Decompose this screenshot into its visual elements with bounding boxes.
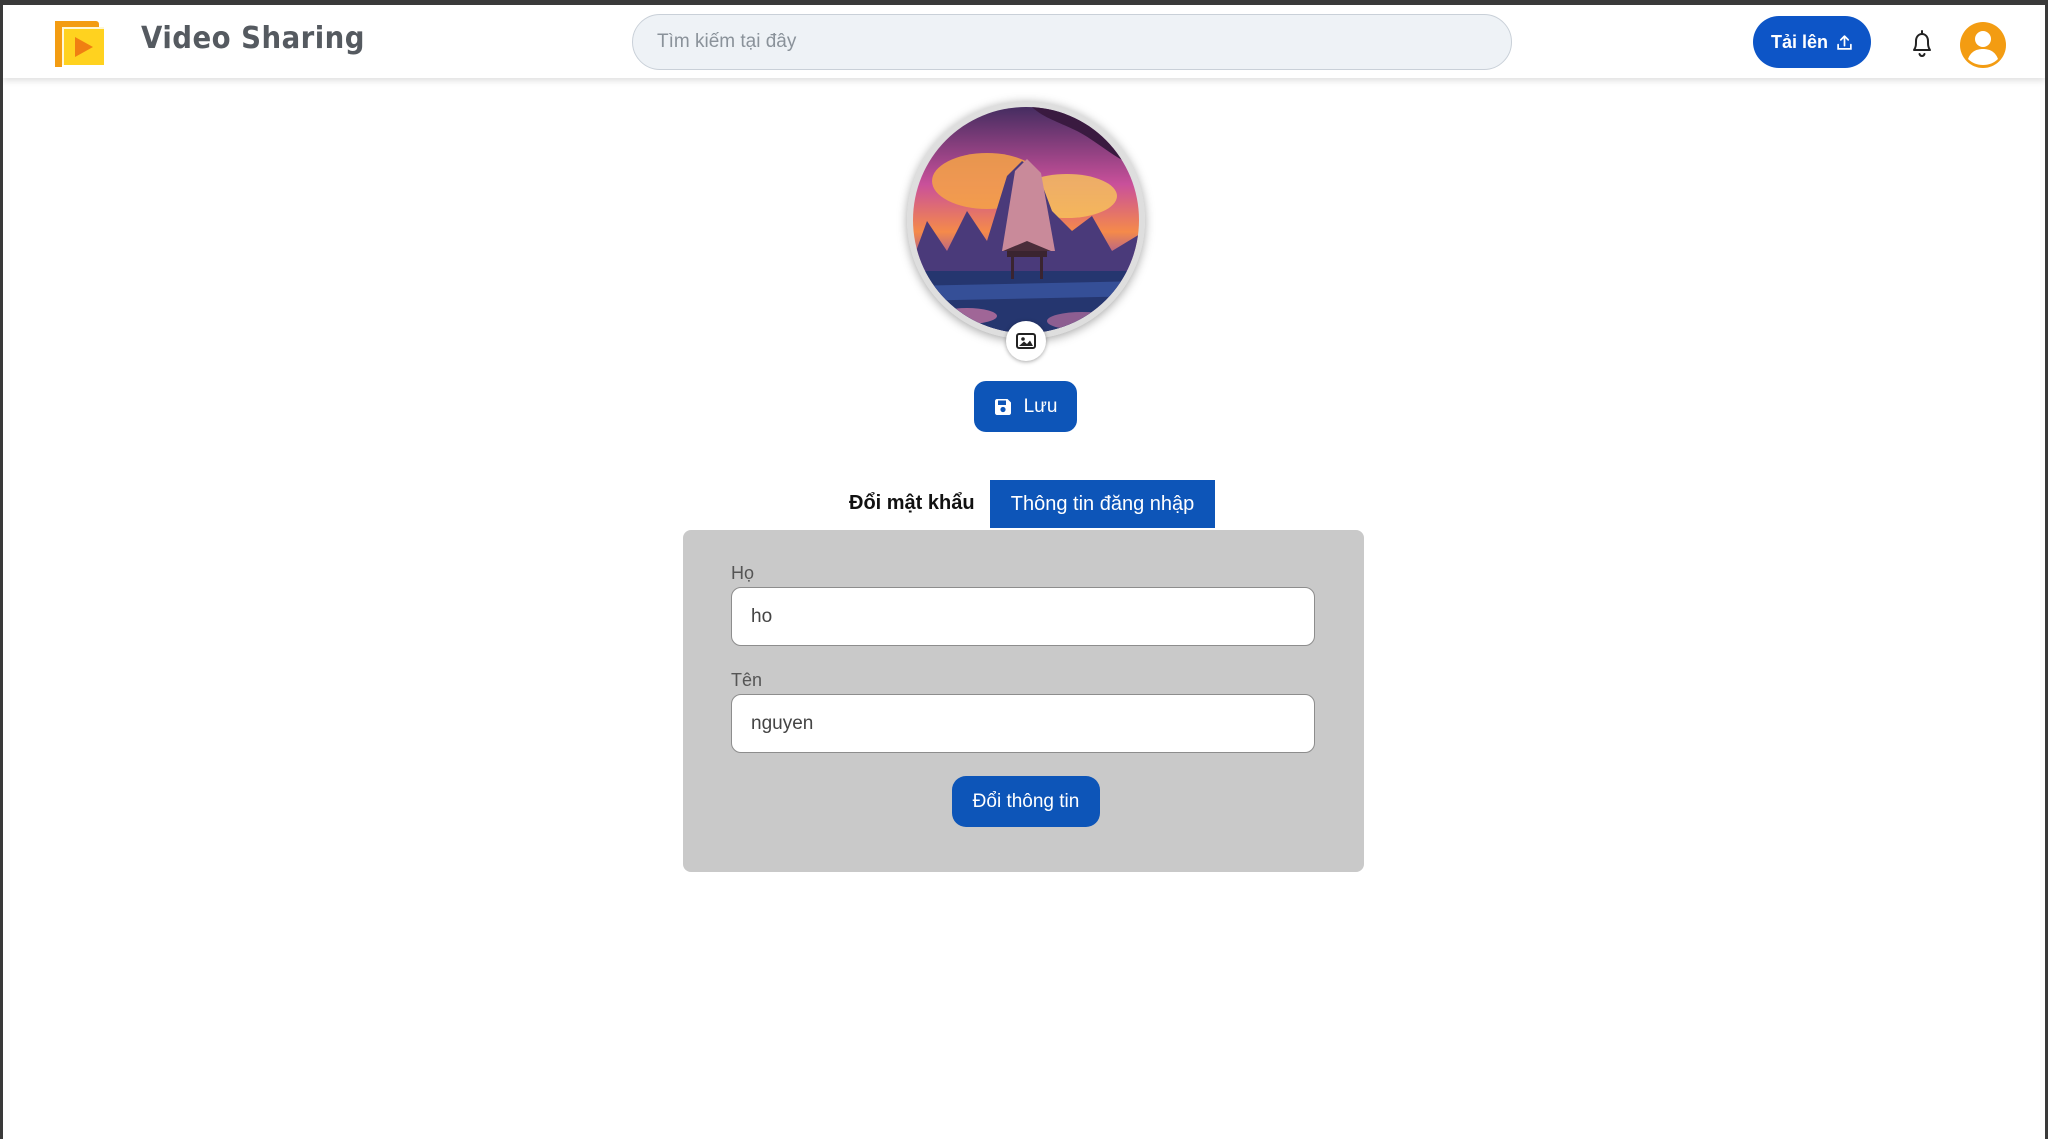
profile-avatar	[907, 101, 1145, 339]
first-name-field[interactable]	[731, 694, 1315, 753]
save-button-label: Lưu	[1023, 395, 1058, 417]
change-avatar-button[interactable]	[1006, 321, 1046, 361]
search-input[interactable]	[632, 14, 1512, 70]
update-info-button[interactable]: Đổi thông tin	[952, 776, 1100, 827]
upload-icon	[1837, 34, 1852, 50]
top-navbar: Video Sharing Tải lên	[3, 5, 2045, 78]
image-icon	[1016, 333, 1036, 349]
last-name-label: Họ	[731, 563, 755, 583]
upload-button-label: Tải lên	[1770, 31, 1828, 52]
tab-login-info[interactable]: Thông tin đăng nhập	[990, 480, 1215, 528]
brand-name[interactable]: Video Sharing	[141, 21, 365, 56]
login-info-form: Họ Tên Đổi thông tin	[683, 530, 1364, 872]
floppy-disk-icon	[994, 398, 1011, 415]
last-name-field[interactable]	[731, 587, 1315, 646]
bell-icon[interactable]	[1909, 29, 1935, 59]
user-avatar-icon[interactable]	[1960, 22, 2006, 68]
save-avatar-button[interactable]: Lưu	[974, 381, 1077, 432]
upload-button[interactable]: Tải lên	[1753, 16, 1871, 68]
first-name-label: Tên	[731, 670, 763, 690]
app-window: Video Sharing Tải lên	[3, 5, 2045, 1139]
play-logo-icon[interactable]	[53, 19, 109, 69]
tab-change-password[interactable]: Đổi mật khẩu	[849, 481, 975, 525]
